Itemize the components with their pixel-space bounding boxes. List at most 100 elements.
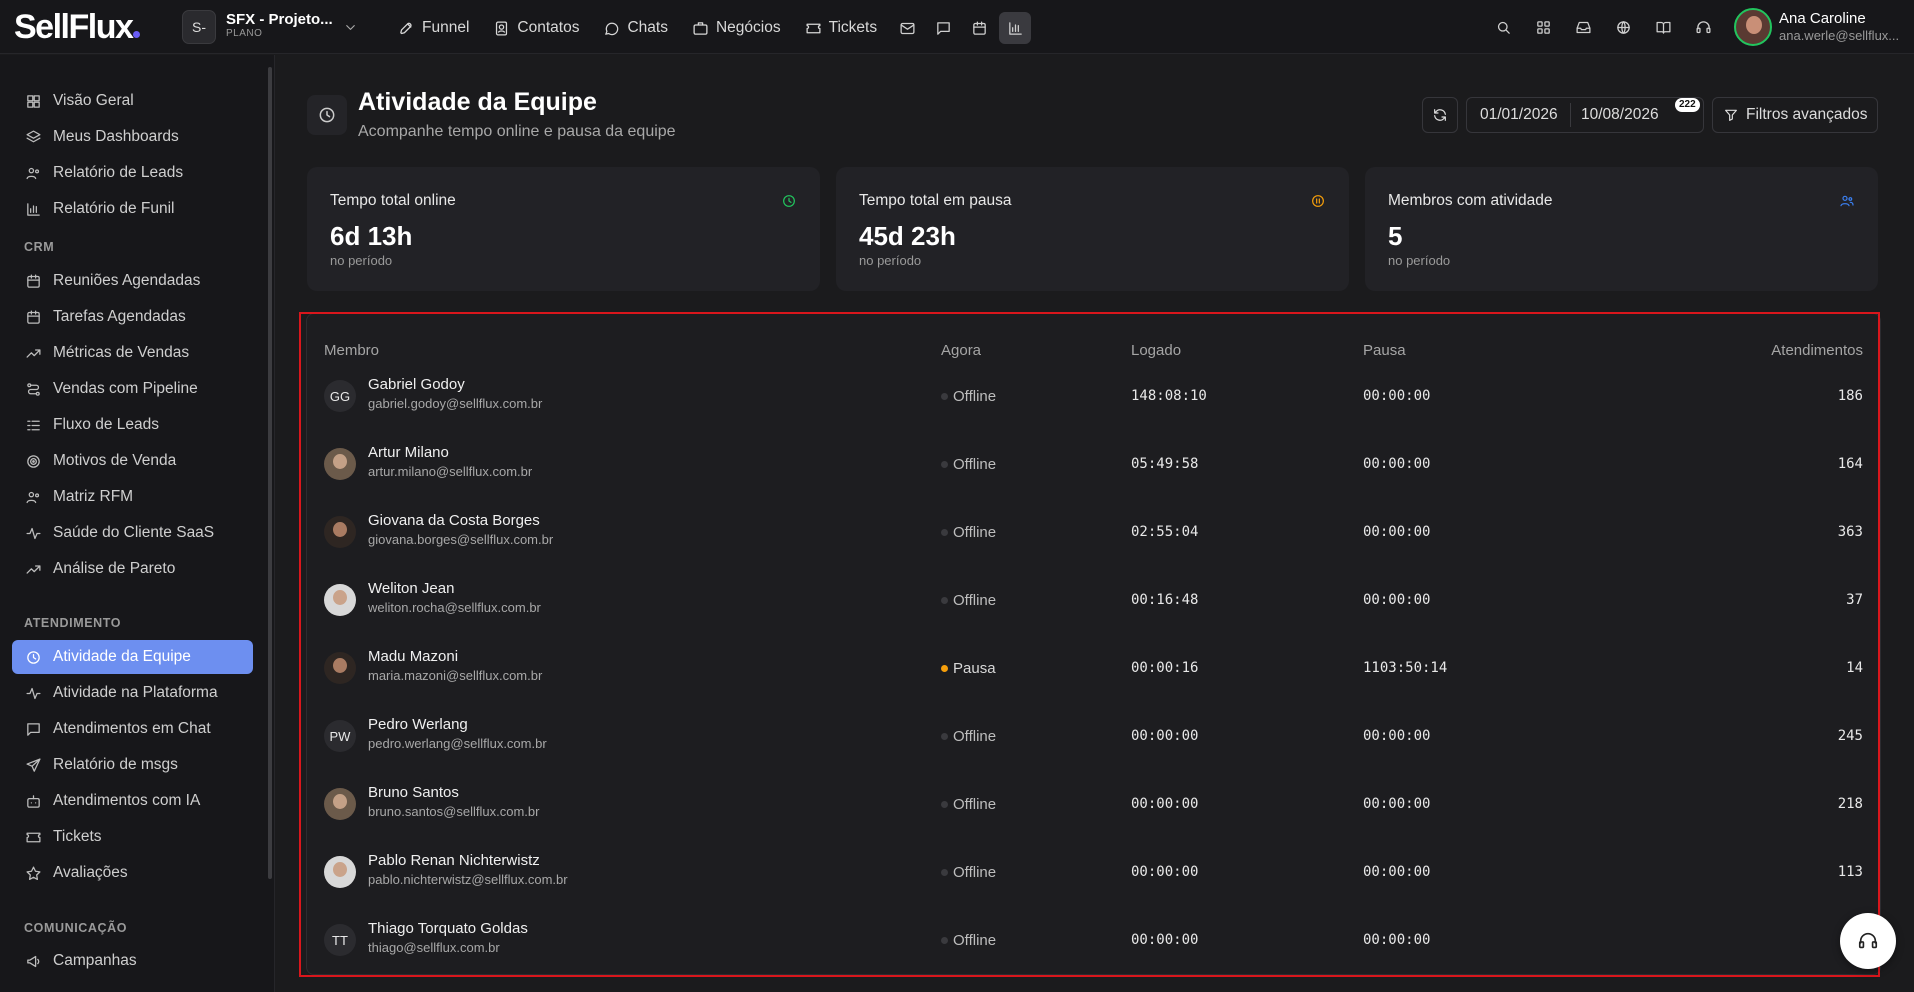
sidebar-item-label: Meus Dashboards xyxy=(53,128,179,145)
chevron-down-icon xyxy=(343,20,358,35)
nav-contatos[interactable]: Contatos xyxy=(483,12,589,44)
page-subtitle: Acompanhe tempo online e pausa da equipe xyxy=(358,123,676,140)
stat-note: no período xyxy=(1388,253,1451,268)
member-email: pedro.werlang@sellflux.com.br xyxy=(368,736,547,751)
apps-grid-icon[interactable] xyxy=(1527,11,1559,43)
users-icon xyxy=(25,489,53,506)
sellflux-logo[interactable]: SellFlux xyxy=(14,9,141,45)
sidebar-scrollbar[interactable] xyxy=(268,67,272,879)
inbox-icon[interactable] xyxy=(1567,11,1599,43)
stat-value: 45d 23h xyxy=(859,221,956,251)
avatar: TT xyxy=(324,924,356,956)
user-menu[interactable]: Ana Caroline ana.werle@sellflux... xyxy=(1734,8,1899,46)
page-title: Atividade da Equipe xyxy=(358,88,597,116)
sidebar-item-fluxo-leads[interactable]: Fluxo de Leads xyxy=(12,408,253,442)
date-start[interactable]: 01/01/2026 xyxy=(1467,106,1570,124)
avatar xyxy=(1734,8,1772,46)
sidebar-item-relatorio-leads[interactable]: Relatório de Leads xyxy=(12,156,253,190)
table-row[interactable]: GG Gabriel Godoy gabriel.godoy@sellflux.… xyxy=(307,360,1880,428)
sidebar-item-avaliacoes[interactable]: Avaliações xyxy=(12,856,253,890)
sidebar-item-atendimentos-chat[interactable]: Atendimentos em Chat xyxy=(12,712,253,746)
activity-icon xyxy=(25,525,53,542)
column-header-logged: Logado xyxy=(1131,342,1182,359)
headset-icon[interactable] xyxy=(1687,11,1719,43)
mail-icon[interactable] xyxy=(891,12,923,44)
activity-icon xyxy=(25,685,53,702)
date-end[interactable]: 10/08/2026 xyxy=(1571,106,1659,124)
project-selector[interactable]: S- SFX - Projeto... PLANO xyxy=(182,10,358,44)
logged-time: 05:49:58 xyxy=(1131,456,1199,472)
member-email: gabriel.godoy@sellflux.com.br xyxy=(368,396,543,411)
stat-note: no período xyxy=(330,253,393,268)
sidebar-item-atendimentos-ia[interactable]: Atendimentos com IA xyxy=(12,784,253,818)
message-square-icon[interactable] xyxy=(927,12,959,44)
pause-time: 00:00:00 xyxy=(1363,864,1431,880)
table-row[interactable]: Artur Milano artur.milano@sellflux.com.b… xyxy=(307,428,1880,496)
support-chat-button[interactable] xyxy=(1840,913,1896,969)
date-range-picker[interactable]: 01/01/2026 10/08/2026 xyxy=(1466,97,1704,133)
logged-time: 02:55:04 xyxy=(1131,524,1199,540)
nav-chats[interactable]: Chats xyxy=(593,12,678,44)
pipeline-icon xyxy=(25,381,53,398)
column-header-pause: Pausa xyxy=(1363,342,1406,359)
pause-time: 1103:50:14 xyxy=(1363,660,1448,676)
sidebar-item-saude-cliente[interactable]: Saúde do Cliente SaaS xyxy=(12,516,253,550)
sidebar-item-campanhas[interactable]: Campanhas xyxy=(12,944,253,978)
attendance-count: 218 xyxy=(1837,796,1863,812)
pause-time: 00:00:00 xyxy=(1363,524,1431,540)
table-row[interactable]: Bruno Santos bruno.santos@sellflux.com.b… xyxy=(307,768,1880,836)
sidebar-item-relatorio-funil[interactable]: Relatório de Funil xyxy=(12,192,253,226)
stat-card-online: Tempo total online 6d 13h no período xyxy=(307,167,820,291)
member-name: Gabriel Godoy xyxy=(368,376,465,393)
table-row[interactable]: Madu Mazoni maria.mazoni@sellflux.com.br… xyxy=(307,632,1880,700)
sidebar-item-pareto[interactable]: Análise de Pareto xyxy=(12,552,253,586)
table-row[interactable]: Giovana da Costa Borges giovana.borges@s… xyxy=(307,496,1880,564)
calendar-icon[interactable] xyxy=(963,12,995,44)
list-icon xyxy=(25,417,53,434)
member-name: Pedro Werlang xyxy=(368,716,468,733)
sidebar-item-tarefas[interactable]: Tarefas Agendadas xyxy=(12,300,253,334)
trending-up-icon xyxy=(25,561,53,578)
status-badge: Offline xyxy=(941,728,996,745)
sidebar-item-tickets[interactable]: Tickets xyxy=(12,820,253,854)
table-row[interactable]: PW Pedro Werlang pedro.werlang@sellflux.… xyxy=(307,700,1880,768)
nav-negocios[interactable]: Negócios xyxy=(682,12,791,44)
avatar xyxy=(324,584,356,616)
sidebar-item-matriz-rfm[interactable]: Matriz RFM xyxy=(12,480,253,514)
bot-icon xyxy=(25,793,53,810)
table-row[interactable]: Pablo Renan Nichterwistz pablo.nichterwi… xyxy=(307,836,1880,904)
sidebar-item-visao-geral[interactable]: Visão Geral xyxy=(12,84,253,118)
message-square-icon xyxy=(25,721,53,738)
sidebar-item-reunioes[interactable]: Reuniões Agendadas xyxy=(12,264,253,298)
sidebar-item-vendas-pipeline[interactable]: Vendas com Pipeline xyxy=(12,372,253,406)
bar-chart-icon[interactable] xyxy=(999,12,1032,44)
attendance-count: 37 xyxy=(1846,592,1863,608)
project-name: SFX - Projeto... xyxy=(226,11,333,28)
sidebar-item-atividade-plataforma[interactable]: Atividade na Plataforma xyxy=(12,676,253,710)
sidebar-item-label: Campanhas xyxy=(53,952,137,969)
status-badge: Offline xyxy=(941,932,996,949)
sidebar-item-label: Vendas com Pipeline xyxy=(53,380,198,397)
sidebar-item-atividade-equipe[interactable]: Atividade da Equipe xyxy=(12,640,253,674)
stat-card-members: Membros com atividade 5 no período xyxy=(1365,167,1878,291)
user-name: Ana Caroline xyxy=(1779,10,1866,27)
ticket-icon xyxy=(805,20,822,37)
refresh-button[interactable] xyxy=(1422,97,1458,133)
sidebar-item-meus-dashboards[interactable]: Meus Dashboards xyxy=(12,120,253,154)
advanced-filters-button[interactable]: Filtros avançados xyxy=(1712,97,1878,133)
table-row[interactable]: TT Thiago Torquato Goldas thiago@sellflu… xyxy=(307,904,1880,972)
table-row[interactable]: Weliton Jean weliton.rocha@sellflux.com.… xyxy=(307,564,1880,632)
nav-funnel[interactable]: Funnel xyxy=(388,12,479,44)
book-open-icon[interactable] xyxy=(1647,11,1679,43)
sidebar-item-metricas[interactable]: Métricas de Vendas xyxy=(12,336,253,370)
globe-icon[interactable] xyxy=(1607,11,1639,43)
sidebar-item-relatorio-msgs[interactable]: Relatório de msgs xyxy=(12,748,253,782)
status-badge: Offline xyxy=(941,456,996,473)
pause-time: 00:00:00 xyxy=(1363,456,1431,472)
search-icon[interactable] xyxy=(1487,11,1519,43)
sidebar-item-motivos[interactable]: Motivos de Venda xyxy=(12,444,253,478)
project-avatar: S- xyxy=(182,10,216,44)
sidebar-item-label: Reuniões Agendadas xyxy=(53,272,201,289)
nav-tickets[interactable]: Tickets xyxy=(795,12,888,44)
pause-time: 00:00:00 xyxy=(1363,796,1431,812)
